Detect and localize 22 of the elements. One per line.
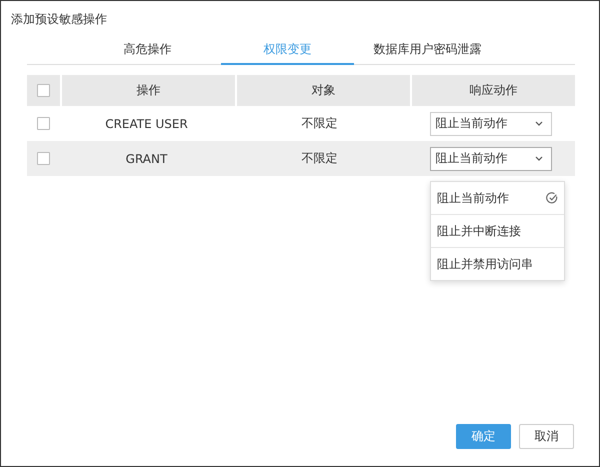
column-header: 对象 bbox=[237, 75, 410, 106]
checkbox[interactable] bbox=[37, 84, 50, 97]
check-circle-icon bbox=[546, 192, 558, 204]
tab[interactable]: 数据库用户密码泄露 bbox=[361, 35, 494, 65]
tab[interactable]: 高危操作 bbox=[81, 35, 214, 65]
table-cell-text: 不限定 bbox=[300, 150, 338, 167]
cancel-button[interactable]: 取消 bbox=[519, 424, 574, 449]
table-cell-text: 不限定 bbox=[300, 115, 338, 132]
chevron-down-icon bbox=[534, 121, 542, 126]
menu-item[interactable]: 阻止当前动作 bbox=[431, 182, 564, 214]
table-cell-text: GRANT bbox=[124, 150, 168, 168]
table-cell-text: CREATE USER bbox=[104, 116, 189, 132]
action-select[interactable]: 阻止当前动作 bbox=[430, 146, 552, 170]
chevron-down-icon bbox=[534, 156, 542, 161]
dialog-title: 添加预设敏感操作 bbox=[10, 11, 108, 28]
column-header: 操作 bbox=[62, 75, 235, 106]
column-header: 响应动作 bbox=[412, 75, 575, 106]
action-select[interactable]: 阻止当前动作 bbox=[430, 112, 552, 136]
menu-item[interactable]: 阻止并中断连接 bbox=[431, 214, 564, 247]
checkbox[interactable] bbox=[37, 117, 50, 130]
checkbox[interactable] bbox=[37, 152, 50, 165]
menu-item[interactable]: 阻止并禁用访问串 bbox=[431, 247, 564, 280]
